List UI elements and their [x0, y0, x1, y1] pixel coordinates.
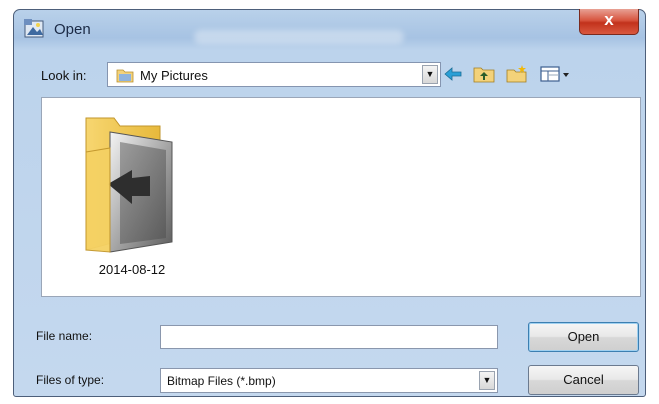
close-button[interactable]: x: [579, 9, 639, 35]
look-in-value: My Pictures: [140, 68, 208, 83]
file-name-input[interactable]: [160, 325, 498, 349]
my-pictures-folder-icon: [116, 69, 134, 83]
files-of-type-dropdown[interactable]: Bitmap Files (*.bmp) ▼: [160, 368, 498, 393]
look-in-dropdown[interactable]: My Pictures ▼: [107, 62, 441, 87]
look-in-label: Look in:: [41, 68, 87, 83]
folder-icon: [85, 117, 173, 253]
files-of-type-value: Bitmap Files (*.bmp): [167, 374, 276, 388]
file-item-name: 2014-08-12: [98, 262, 166, 277]
open-button[interactable]: Open: [528, 322, 639, 352]
look-in-dropdown-arrow[interactable]: ▼: [422, 65, 438, 84]
files-of-type-label: Files of type:: [36, 373, 105, 387]
new-folder-icon[interactable]: [506, 64, 528, 84]
file-item-2014-08-12[interactable]: 2014-08-12: [67, 112, 187, 282]
back-arrow-icon[interactable]: [442, 64, 464, 84]
open-dialog: Open x Look in: My Pictures ▼ 2014-08-12…: [13, 9, 646, 397]
dialog-title: Open: [54, 21, 91, 38]
title-bar[interactable]: Open x: [14, 9, 645, 50]
title-bar-highlight: [194, 30, 404, 44]
open-dialog-icon: [24, 19, 44, 38]
cancel-button[interactable]: Cancel: [528, 365, 639, 395]
file-name-label: File name:: [36, 329, 93, 343]
up-folder-icon[interactable]: [473, 64, 495, 84]
close-icon: x: [604, 10, 614, 29]
file-list-view[interactable]: 2014-08-12: [41, 97, 641, 297]
view-menu-icon[interactable]: [540, 64, 574, 84]
files-of-type-dropdown-arrow[interactable]: ▼: [479, 371, 495, 390]
